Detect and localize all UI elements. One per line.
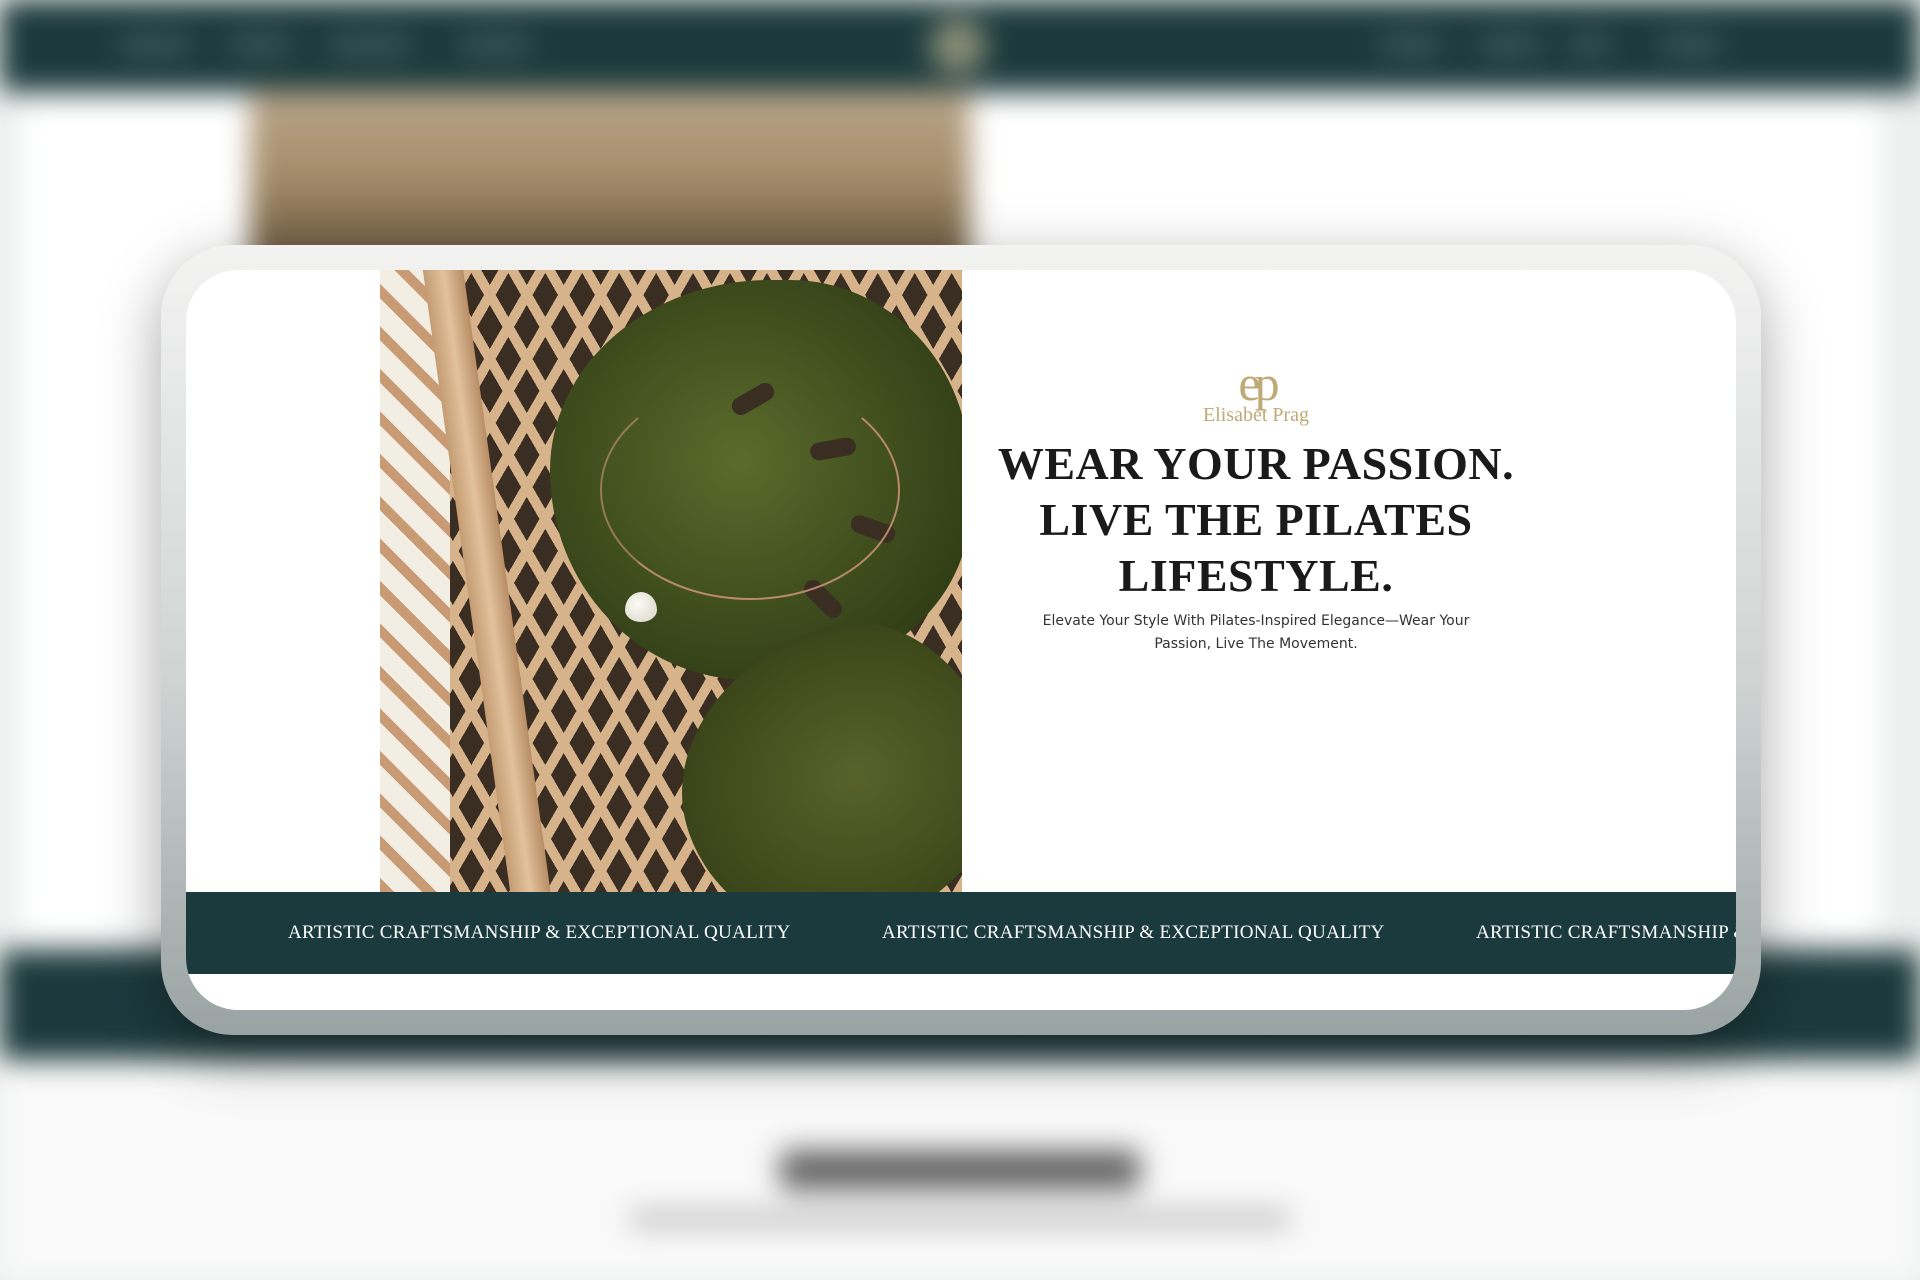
pearl-pendant (625, 592, 657, 622)
banner-item: ARTISTIC CRAFTSMANSHIP & EXCEPTIONAL QUA… (882, 922, 1385, 943)
background-nav-item (1480, 38, 1540, 52)
hero-card: ep Elisabet Prag WEAR YOUR PASSION. LIVE… (186, 270, 1736, 1010)
background-nav-item (460, 38, 530, 52)
banner-item: ARTISTIC CRAFTSMANSHIP & EXCEPTIONAL QUA… (1476, 922, 1736, 943)
hero-headline: WEAR YOUR PASSION. LIVE THE PILATES LIFE… (962, 436, 1550, 604)
headline-line-1: WEAR YOUR PASSION. (997, 438, 1515, 489)
banner-item: ARTISTIC CRAFTSMANSHIP & EXCEPTIONAL QUA… (288, 922, 791, 943)
background-nav-item (230, 38, 290, 52)
hero-text: ep Elisabet Prag WEAR YOUR PASSION. LIVE… (962, 270, 1550, 892)
background-logo (930, 18, 986, 74)
background-nav-item (1380, 38, 1440, 52)
background-nav-item (1660, 38, 1720, 52)
background-section-title (780, 1150, 1140, 1190)
hero-subtitle: Elevate Your Style With Pilates-Inspired… (1002, 610, 1510, 656)
headline-line-2: LIVE THE PILATES (1039, 494, 1473, 545)
background-nav-item (120, 38, 190, 52)
subtitle-line-2: Passion, Live The Movement. (1154, 636, 1358, 652)
brand-name: Elisabet Prag (1202, 404, 1310, 426)
marquee-banner: ARTISTIC CRAFTSMANSHIP & EXCEPTIONAL QUA… (186, 892, 1736, 974)
product-photo (380, 270, 962, 892)
necklace-chain (600, 380, 900, 600)
subtitle-line-1: Elevate Your Style With Pilates-Inspired… (1042, 613, 1470, 629)
headline-line-3: LIFESTYLE. (1118, 550, 1394, 601)
background-nav-item (1570, 38, 1610, 52)
background-nav-item (330, 38, 410, 52)
background-section-text (630, 1212, 1290, 1226)
